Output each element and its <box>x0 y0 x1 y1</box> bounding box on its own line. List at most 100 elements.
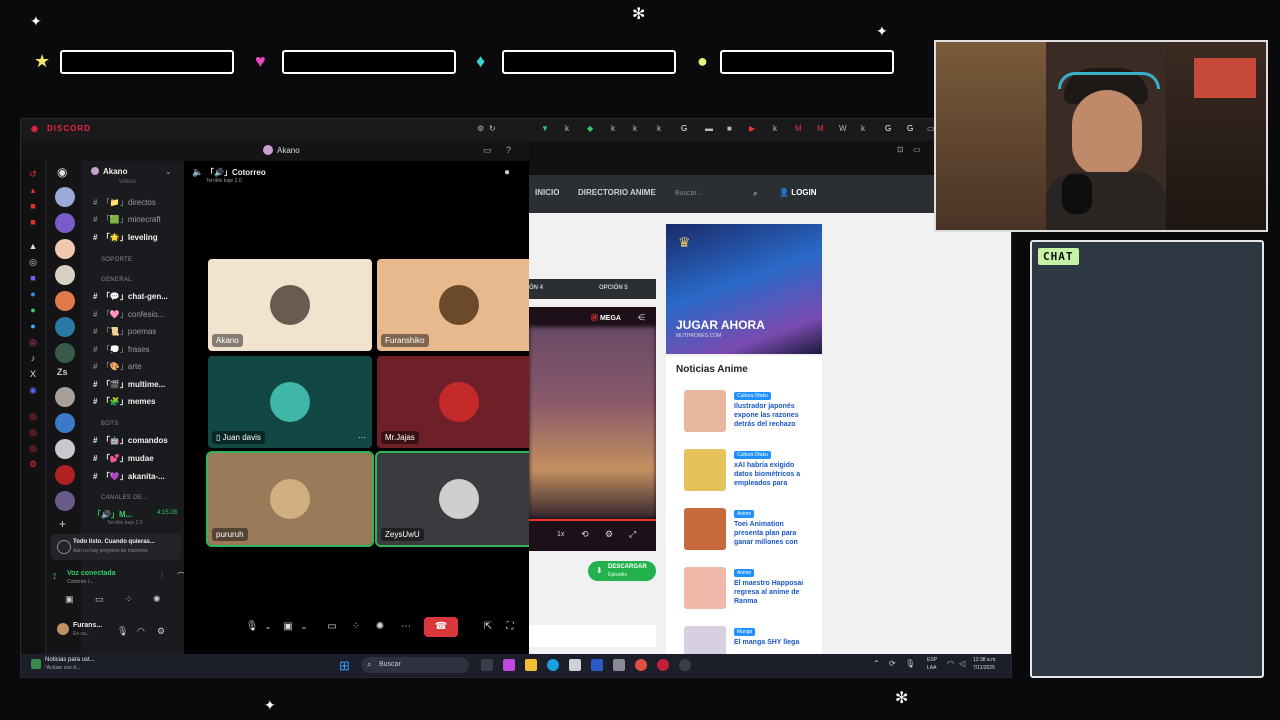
avatar[interactable] <box>57 623 69 635</box>
news-item[interactable]: Anime Toei Animation presenta plan para … <box>676 508 811 558</box>
google-icon[interactable]: G <box>681 125 689 133</box>
add-server-icon[interactable]: + <box>59 517 66 531</box>
app-icon[interactable]: ◎ <box>28 257 38 267</box>
nav-inicio[interactable]: INICIO <box>535 188 559 197</box>
soundboard-icon[interactable]: ✺ <box>370 617 390 637</box>
channel-item[interactable]: # 「📜」poemas <box>93 326 156 337</box>
speed-control[interactable]: 1x <box>557 531 564 538</box>
news-item[interactable]: Anime El maestro Happosai regresa al ani… <box>676 567 811 617</box>
channel-item[interactable]: # 「💜」akanita-... <box>93 471 165 482</box>
category-general[interactable]: GENERAL <box>101 277 132 283</box>
server-icon[interactable] <box>55 465 75 485</box>
mail-icon[interactable]: M <box>817 125 825 133</box>
lang-label[interactable]: ESP <box>927 657 937 663</box>
server-icon[interactable] <box>55 343 75 363</box>
copilot-icon[interactable] <box>503 659 515 671</box>
server-label[interactable]: Zs <box>57 367 68 377</box>
extension-icon[interactable]: ▼ <box>541 125 549 133</box>
youtube-icon[interactable]: ▶ <box>749 125 757 133</box>
search-icon[interactable]: ⌕ <box>753 189 757 199</box>
taskbar-search[interactable]: ⌕ Buscar <box>361 657 469 673</box>
pin-icon[interactable]: ⊡ <box>897 145 904 154</box>
chevron-up-icon[interactable]: ⌃ <box>873 659 880 668</box>
x-icon[interactable]: X <box>28 369 38 379</box>
extension-icon[interactable]: k <box>633 125 641 133</box>
server-icon[interactable] <box>55 491 75 511</box>
activities-icon[interactable]: ⁘ <box>346 617 366 637</box>
participant-tile[interactable]: Mr.Jajas <box>377 356 541 448</box>
camera-off-icon[interactable]: ▣ <box>65 594 74 605</box>
settings-icon[interactable]: ⚙ <box>477 125 485 133</box>
server-icon[interactable] <box>55 213 75 233</box>
channel-item[interactable]: # 「💭」frases <box>93 344 150 355</box>
app-icon[interactable] <box>613 659 625 671</box>
mic-icon[interactable]: 🎙 <box>905 659 915 668</box>
news-item[interactable]: Cultura Otaku Ilustrador japonés expone … <box>676 390 811 440</box>
word-icon[interactable] <box>591 659 603 671</box>
channel-item[interactable]: # 「🌟」leveling <box>93 232 158 243</box>
server-icon[interactable] <box>55 387 75 407</box>
chevron-down-icon[interactable]: ⌄ <box>258 617 278 637</box>
gear-icon[interactable]: ⚙ <box>605 529 613 540</box>
category-bots[interactable]: BOTS <box>101 421 119 427</box>
channel-item[interactable]: # 「💕」mudae <box>93 453 154 464</box>
extension-icon[interactable]: ■ <box>727 125 735 133</box>
activities-icon[interactable]: ⁘ <box>125 594 133 605</box>
channel-item[interactable]: # 「🩷」confesio... <box>93 309 164 320</box>
participant-tile[interactable]: Furanshiko <box>377 259 541 351</box>
headphones-icon[interactable]: ◠ <box>137 626 145 637</box>
extension-icon[interactable]: k <box>657 125 665 133</box>
login-button[interactable]: 👤 LOGIN <box>779 188 817 197</box>
server-name[interactable]: Akano <box>103 167 127 176</box>
hang-up-button[interactable]: ☎ <box>424 617 458 637</box>
screen-share-icon[interactable]: ▭ <box>95 594 104 605</box>
app-icon[interactable]: ▲ <box>28 241 38 251</box>
chevron-down-icon[interactable]: ⌄ <box>294 617 314 637</box>
channel-videos[interactable]: videos <box>119 179 136 185</box>
news-item[interactable]: Cultura Otaku xAI habría exigido datos b… <box>676 449 811 499</box>
google-icon[interactable]: G <box>907 125 915 133</box>
soundboard-icon[interactable]: ✺ <box>153 594 161 605</box>
ad-banner[interactable]: ♛ JUGAR AHORA MUTHRONES.COM <box>666 224 822 354</box>
edge-icon[interactable] <box>547 659 559 671</box>
gear-icon[interactable]: ⚙ <box>157 626 165 637</box>
window-icon[interactable]: ▭ <box>913 145 921 154</box>
windows-start-icon[interactable]: ⊞ <box>339 658 350 674</box>
channel-item[interactable]: # 「🧩」memes <box>93 396 155 407</box>
app-icon[interactable]: ■ <box>28 217 38 227</box>
app-icon[interactable]: ■ <box>28 273 38 283</box>
channel-item[interactable]: # 「🟩」minecraft <box>93 214 161 225</box>
app-icon[interactable]: ■ <box>28 201 38 211</box>
telegram-icon[interactable]: ● <box>28 321 38 331</box>
server-icon[interactable] <box>55 239 75 259</box>
extension-icon[interactable]: W <box>839 125 847 133</box>
refresh-icon[interactable]: ↻ <box>489 125 497 133</box>
notif-title[interactable]: Noticias para ust... <box>45 657 95 663</box>
voice-channel[interactable]: 「🔊」M... <box>93 509 132 520</box>
loop-icon[interactable]: ⟲ <box>581 529 589 540</box>
clock-time[interactable]: 12:38 a.m. <box>973 657 997 663</box>
discord-icon[interactable]: ◉ <box>28 385 38 395</box>
mail-icon[interactable]: M <box>795 125 803 133</box>
tiktok-icon[interactable]: ♪ <box>28 353 38 363</box>
file-explorer-icon[interactable] <box>525 659 537 671</box>
fullscreen-icon[interactable]: ⛶ <box>500 617 520 637</box>
opera-gx-icon[interactable] <box>657 659 669 671</box>
participant-tile[interactable]: ▯ Juan davis ⋯ <box>208 356 372 448</box>
category-soporte[interactable]: SOPORTE <box>101 257 132 263</box>
network-icon[interactable]: ⟳ <box>889 659 896 668</box>
category-voice[interactable]: CANALES DE... <box>101 495 148 501</box>
participant-tile[interactable]: pururuh <box>206 451 374 547</box>
screen-share-icon[interactable]: ▭ <box>322 617 342 637</box>
participant-tile[interactable]: Akano <box>208 259 372 351</box>
popout-icon[interactable]: ⇱ <box>478 617 498 637</box>
more-icon[interactable]: ⋯ <box>396 617 416 637</box>
noise-icon[interactable]: ⫶ <box>161 571 163 581</box>
participant-tile[interactable]: ZeysUwU <box>375 451 543 547</box>
history-icon[interactable]: ↺ <box>28 169 38 179</box>
help-icon[interactable]: ? <box>506 145 511 155</box>
bookmark-icon[interactable]: ▴ <box>28 185 38 195</box>
channel-item[interactable]: # 「🤖」comandos <box>93 435 168 446</box>
download-button[interactable]: ⬇ DESCARGAR Episodio <box>588 561 656 581</box>
mission-notice[interactable]: Todo listo. Cuando quieras... Aún no hay… <box>51 534 181 560</box>
